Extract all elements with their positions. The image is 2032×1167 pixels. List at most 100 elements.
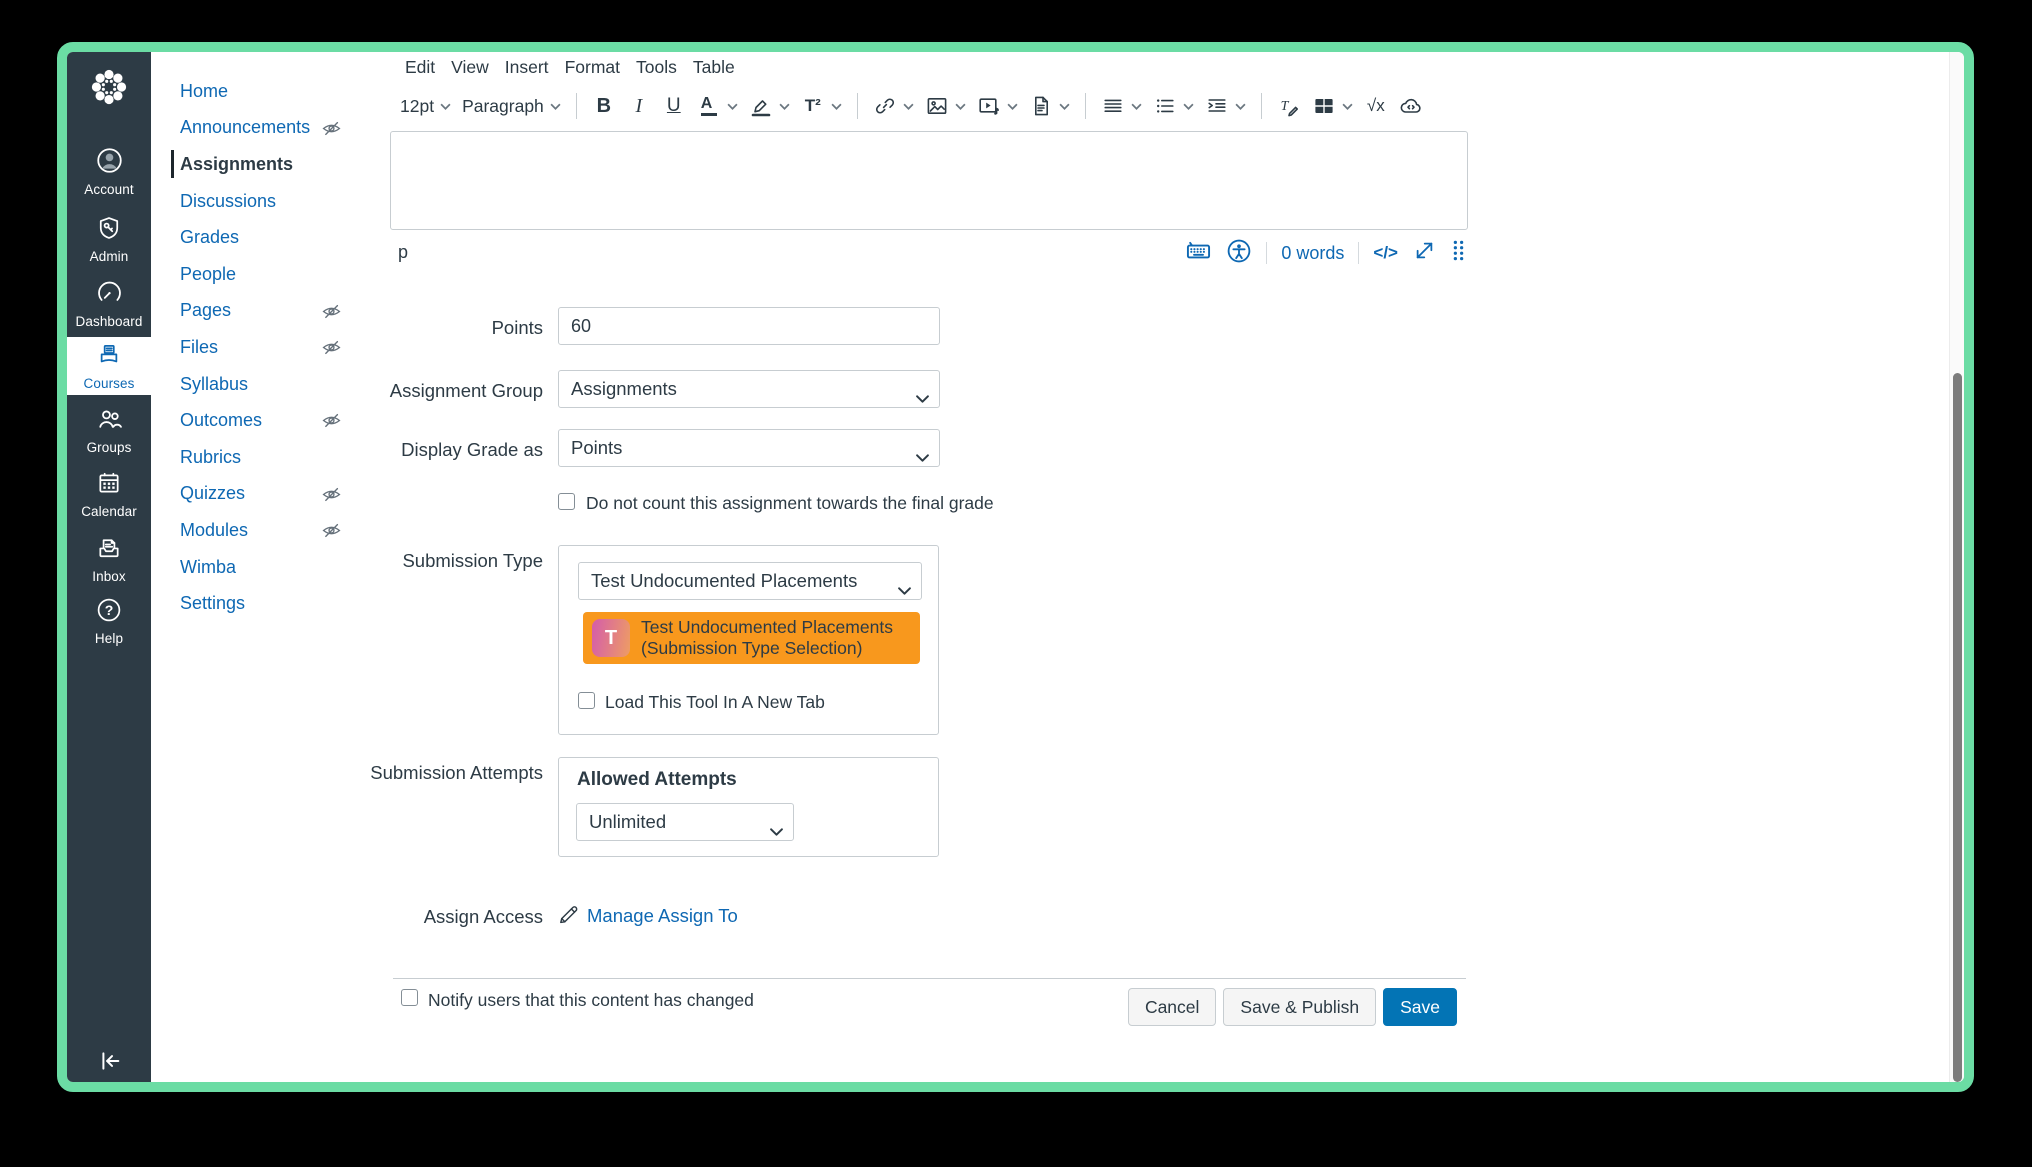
- nav-admin-label: Admin: [67, 249, 151, 264]
- calendar-icon: [96, 483, 122, 500]
- html-editor-button[interactable]: </>: [1373, 243, 1398, 263]
- underline-button[interactable]: U: [662, 94, 686, 118]
- italic-button[interactable]: I: [627, 94, 651, 118]
- load-in-new-tab-checkbox[interactable]: [578, 692, 595, 709]
- text-color-button[interactable]: A: [697, 94, 738, 118]
- course-nav-assignments[interactable]: Assignments: [180, 146, 410, 183]
- superscript-icon: T²: [801, 94, 825, 118]
- allowed-attempts-select[interactable]: Unlimited: [576, 803, 794, 841]
- nav-admin[interactable]: Admin: [67, 210, 151, 264]
- display-grade-label: Display Grade as: [323, 439, 543, 461]
- link-icon: [873, 94, 897, 118]
- course-nav-discussions[interactable]: Discussions: [180, 183, 410, 220]
- highlighter-icon: [749, 94, 773, 118]
- nav-groups[interactable]: Groups: [67, 400, 151, 455]
- scrollbar-thumb[interactable]: [1953, 373, 1962, 1082]
- keyboard-shortcuts-button[interactable]: [1185, 237, 1212, 269]
- collapse-sidebar-button[interactable]: [67, 1047, 151, 1080]
- apps-button[interactable]: [1399, 94, 1423, 118]
- nav-account[interactable]: Account: [67, 142, 151, 197]
- italic-icon: I: [627, 94, 651, 118]
- menu-edit[interactable]: Edit: [405, 57, 435, 78]
- font-size-dropdown[interactable]: 12pt: [400, 96, 451, 117]
- table-button[interactable]: [1312, 94, 1353, 118]
- equation-button[interactable]: √x: [1364, 94, 1388, 118]
- underline-icon: U: [662, 94, 686, 118]
- image-button[interactable]: [925, 94, 966, 118]
- footer-divider: [393, 978, 1466, 979]
- course-nav-quizzes[interactable]: Quizzes: [180, 476, 410, 513]
- nav-groups-label: Groups: [67, 440, 151, 455]
- list-button[interactable]: [1153, 94, 1194, 118]
- course-nav-outcomes[interactable]: Outcomes: [180, 402, 410, 439]
- save-and-publish-button[interactable]: Save & Publish: [1223, 988, 1376, 1026]
- word-count[interactable]: 0 words: [1281, 243, 1344, 264]
- active-indicator: [171, 150, 174, 178]
- rich-text-editor-body[interactable]: [390, 131, 1468, 230]
- scrollbar-track[interactable]: [1949, 52, 1964, 1082]
- clear-formatting-button[interactable]: T: [1277, 94, 1301, 118]
- superscript-button[interactable]: T²: [801, 94, 842, 118]
- lti-tool-label: Test Undocumented Placements (Submission…: [641, 617, 893, 658]
- submission-type-label: Submission Type: [323, 550, 543, 572]
- cancel-button[interactable]: Cancel: [1128, 988, 1216, 1026]
- keyboard-icon: [1185, 237, 1212, 264]
- nav-help[interactable]: ? Help: [67, 592, 151, 646]
- canvas-logo-icon: [86, 64, 132, 110]
- element-path-indicator[interactable]: p: [398, 242, 408, 263]
- menu-insert[interactable]: Insert: [505, 57, 549, 78]
- display-grade-select[interactable]: Points: [558, 429, 940, 467]
- accessibility-icon: [1226, 238, 1252, 264]
- nav-courses[interactable]: Courses: [67, 337, 151, 395]
- save-button[interactable]: Save: [1383, 988, 1457, 1026]
- allowed-attempts-heading: Allowed Attempts: [577, 769, 737, 791]
- submission-type-select[interactable]: Test Undocumented Placements: [578, 562, 922, 600]
- submission-attempts-panel: Allowed Attempts Unlimited: [558, 757, 939, 857]
- course-nav-settings[interactable]: Settings: [180, 585, 410, 622]
- menu-format[interactable]: Format: [565, 57, 620, 78]
- bold-button[interactable]: B: [592, 94, 616, 118]
- chevron-down-icon: [1235, 97, 1246, 115]
- nav-inbox[interactable]: Inbox: [67, 530, 151, 584]
- indent-button[interactable]: [1205, 94, 1246, 118]
- course-nav-people[interactable]: People: [180, 256, 410, 293]
- document-button[interactable]: [1029, 94, 1070, 118]
- canvas-logo[interactable]: [67, 64, 151, 115]
- lti-tool-button[interactable]: T Test Undocumented Placements (Submissi…: [583, 612, 920, 664]
- global-navigation: Account Admin Dashboard: [67, 52, 151, 1082]
- indent-icon: [1205, 94, 1229, 118]
- link-button[interactable]: [873, 94, 914, 118]
- submission-attempts-label: Submission Attempts: [323, 762, 543, 784]
- assignment-group-label: Assignment Group: [323, 380, 543, 402]
- course-nav-modules[interactable]: Modules: [180, 512, 410, 549]
- equation-icon: √x: [1364, 94, 1388, 118]
- chevron-down-icon: [1131, 97, 1142, 115]
- points-input[interactable]: [558, 307, 940, 345]
- pencil-icon: [556, 902, 581, 932]
- assignment-group-select[interactable]: Assignments: [558, 370, 940, 408]
- omit-final-grade-label: Do not count this assignment towards the…: [586, 493, 994, 514]
- omit-final-grade-checkbox[interactable]: [558, 493, 575, 510]
- course-nav-home[interactable]: Home: [180, 73, 410, 110]
- menu-tools[interactable]: Tools: [636, 57, 677, 78]
- fullscreen-button[interactable]: [1412, 238, 1437, 268]
- media-icon: [977, 94, 1001, 118]
- course-nav-announcements[interactable]: Announcements: [180, 110, 410, 147]
- nav-dashboard[interactable]: Dashboard: [67, 274, 151, 329]
- menu-view[interactable]: View: [451, 57, 489, 78]
- toolbar-divider: [576, 93, 577, 119]
- notify-users-checkbox[interactable]: [401, 989, 418, 1006]
- align-button[interactable]: [1101, 94, 1142, 118]
- desktop: { "window": {"background": "#000000", "f…: [0, 0, 2032, 1167]
- paragraph-style-dropdown[interactable]: Paragraph: [462, 96, 561, 117]
- editor-statusbar: 0 words </>: [1185, 236, 1466, 270]
- nav-calendar[interactable]: Calendar: [67, 465, 151, 519]
- highlight-color-button[interactable]: [749, 94, 790, 118]
- menu-table[interactable]: Table: [693, 57, 735, 78]
- media-button[interactable]: [977, 94, 1018, 118]
- resize-handle[interactable]: [1451, 239, 1466, 267]
- manage-assign-to-link[interactable]: Manage Assign To: [587, 905, 738, 927]
- course-nav-grades[interactable]: Grades: [180, 219, 410, 256]
- accessibility-checker-button[interactable]: [1226, 238, 1252, 269]
- chevron-down-icon: [1007, 97, 1018, 115]
